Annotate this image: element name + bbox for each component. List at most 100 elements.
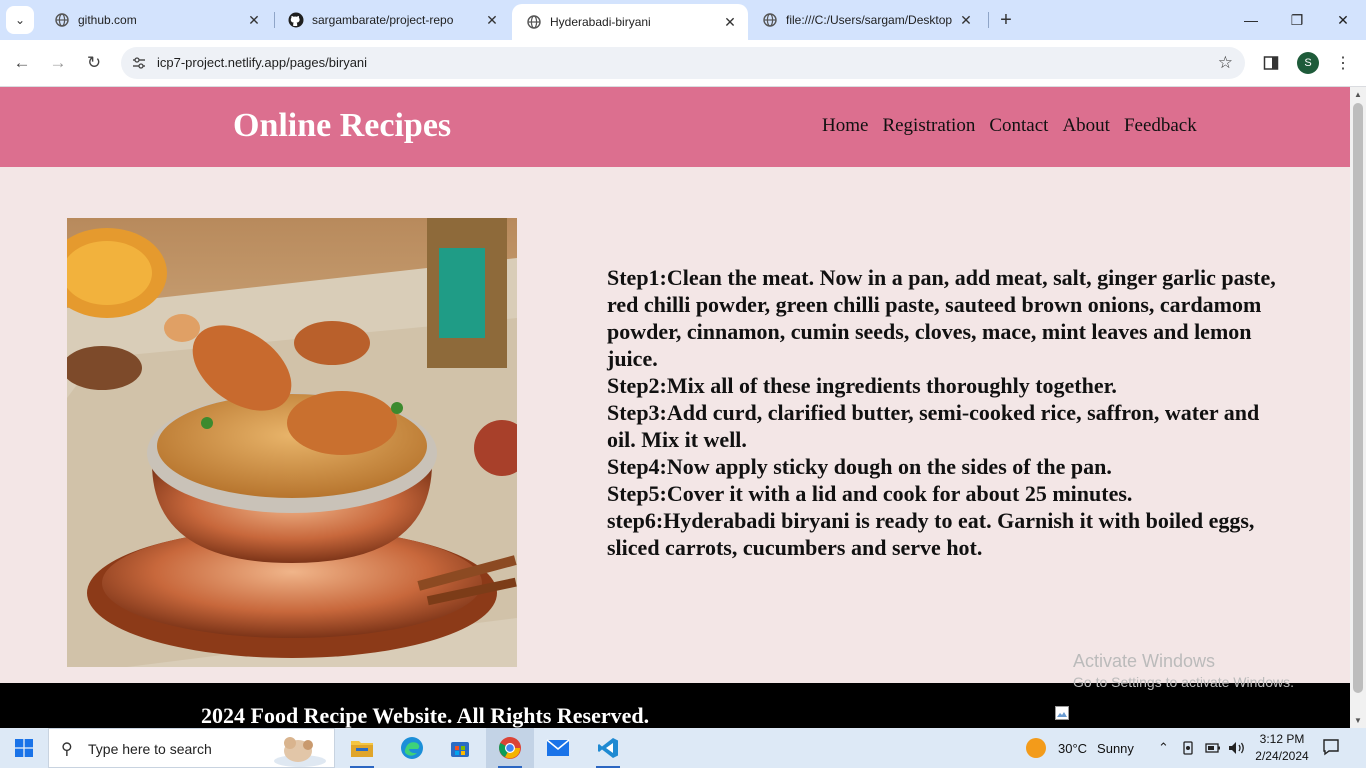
taskbar-file-explorer[interactable] (338, 728, 386, 768)
site-settings-icon[interactable] (131, 55, 147, 71)
page-scrollbar[interactable]: ▲ ▼ (1350, 87, 1366, 728)
recipe-step: Step1:Clean the meat. Now in a pan, add … (607, 265, 1276, 290)
scroll-down-icon[interactable]: ▼ (1354, 716, 1362, 725)
globe-icon (54, 12, 70, 28)
taskbar-edge[interactable] (388, 728, 436, 768)
browser-menu-button[interactable]: ⋮ (1335, 52, 1351, 74)
close-icon[interactable]: ✕ (722, 14, 738, 30)
tab-project-repo[interactable]: sargambarate/project-repo ✕ (274, 0, 510, 40)
nav-link-home[interactable]: Home (822, 115, 868, 137)
arrow-right-icon: → (49, 53, 67, 72)
clock-time: 3:12 PM (1259, 732, 1305, 746)
weather-temp: 30°C (1058, 740, 1088, 756)
restore-icon: ❐ (1290, 11, 1304, 28)
tab-local-file[interactable]: file:///C:/Users/sargam/Desktop ✕ (748, 0, 984, 40)
taskbar-search[interactable]: ⚲ Type here to search (48, 728, 335, 768)
tab-hyderabadi-biryani[interactable]: Hyderabadi-biryani ✕ (512, 4, 748, 40)
chevron-up-icon: ⌃ (1158, 740, 1169, 755)
site-nav: Home Registration Contact About Feedback (822, 115, 1197, 137)
search-icon: ⚲ (61, 741, 73, 758)
minimize-button[interactable]: — (1228, 0, 1274, 40)
volume-icon (1229, 742, 1244, 754)
weather-widget[interactable]: 30°C Sunny (1026, 728, 1134, 768)
meet-now-icon (1183, 741, 1193, 755)
search-placeholder: Type here to search (88, 741, 212, 757)
notification-center-button[interactable] (1322, 738, 1340, 761)
broken-image-icon (1055, 706, 1069, 720)
bookmark-star-icon[interactable]: ☆ (1218, 53, 1233, 73)
scrollbar-thumb[interactable] (1353, 103, 1363, 693)
taskbar-store[interactable] (436, 728, 484, 768)
recipe-step: red chilli powder, green chilli paste, s… (607, 292, 1262, 371)
nav-link-contact[interactable]: Contact (989, 115, 1048, 137)
address-bar[interactable]: icp7-project.netlify.app/pages/biryani ☆ (121, 47, 1245, 79)
vscode-icon (598, 738, 618, 758)
tab-strip: ⌄ github.com ✕ sargambarate/project-repo… (0, 0, 1366, 40)
weather-condition: Sunny (1097, 740, 1134, 756)
recipe-step: Step3:Add curd, clarified butter, semi-c… (607, 400, 1260, 452)
globe-icon (526, 14, 542, 30)
forward-button[interactable]: → (44, 49, 72, 77)
sun-icon (1026, 738, 1046, 758)
plus-icon: + (1000, 8, 1012, 31)
tray-volume[interactable] (1228, 728, 1246, 768)
watermark-title: Activate Windows (1073, 651, 1216, 671)
search-highlight-illustration (274, 737, 326, 767)
github-icon (288, 12, 304, 28)
mail-icon (546, 739, 570, 756)
site-logo[interactable]: Online Recipes (233, 107, 451, 145)
taskbar-clock[interactable]: 3:12 PM 2/24/2024 (1254, 731, 1310, 765)
close-icon: ✕ (1337, 11, 1349, 28)
scroll-up-icon[interactable]: ▲ (1354, 90, 1362, 99)
nav-link-feedback[interactable]: Feedback (1124, 115, 1197, 137)
edge-icon (401, 737, 423, 759)
recipe-step: Step4:Now apply sticky dough on the side… (607, 454, 1112, 479)
recipe-steps: Step1:Clean the meat. Now in a pan, add … (607, 264, 1287, 561)
activate-windows-watermark: Activate Windows Go to Settings to activ… (1073, 651, 1294, 690)
notification-icon (1323, 739, 1339, 756)
reload-icon: ↻ (86, 53, 102, 72)
minimize-icon: — (1244, 12, 1258, 28)
recipe-step: Step2:Mix all of these ingredients thoro… (607, 373, 1117, 398)
url-text[interactable]: icp7-project.netlify.app/pages/biryani (157, 55, 367, 70)
tray-meet-now[interactable] (1181, 728, 1195, 768)
globe-icon (762, 12, 778, 28)
browser-toolbar: ← → ↻ icp7-project.netlify.app/pages/bir… (0, 40, 1366, 87)
nav-link-registration[interactable]: Registration (882, 115, 975, 137)
recipe-step: step6:Hyderabadi biryani is ready to eat… (607, 508, 1255, 560)
folder-icon (351, 741, 373, 757)
recipe-step: Step5:Cover it with a lid and cook for a… (607, 481, 1133, 506)
biryani-photo (67, 218, 517, 667)
tab-title: Hyderabadi-biryani (550, 15, 651, 29)
taskbar-vscode[interactable] (584, 728, 632, 768)
tray-battery[interactable] (1205, 728, 1221, 768)
side-panel-icon (1263, 56, 1279, 70)
restore-button[interactable]: ❐ (1274, 0, 1320, 40)
side-panel-button[interactable] (1262, 54, 1280, 72)
close-icon[interactable]: ✕ (484, 12, 500, 28)
new-tab-button[interactable]: + (994, 8, 1018, 32)
tray-overflow-button[interactable]: ⌃ (1158, 728, 1169, 768)
tab-title: file:///C:/Users/sargam/Desktop (786, 13, 953, 27)
windows-taskbar: ⚲ Type here to search 30°C Sunny ⌃ 3:12 … (0, 728, 1366, 768)
start-button[interactable] (0, 728, 48, 768)
watermark-subtitle: Go to Settings to activate Windows. (1073, 674, 1294, 690)
tab-separator (988, 12, 989, 28)
profile-avatar[interactable]: S (1297, 52, 1319, 74)
taskbar-chrome[interactable] (486, 728, 534, 768)
back-button[interactable]: ← (8, 49, 36, 77)
footer-copyright: 2024 Food Recipe Website. All Rights Res… (201, 703, 650, 728)
tab-search-button[interactable]: ⌄ (6, 6, 34, 34)
battery-icon (1205, 743, 1220, 753)
taskbar-mail[interactable] (534, 728, 582, 768)
close-icon[interactable]: ✕ (246, 12, 262, 28)
tab-title: sargambarate/project-repo (312, 13, 454, 27)
close-window-button[interactable]: ✕ (1320, 0, 1366, 40)
nav-link-about[interactable]: About (1062, 115, 1110, 137)
close-icon[interactable]: ✕ (958, 12, 974, 28)
chrome-icon (499, 737, 521, 759)
tab-github-home[interactable]: github.com ✕ (40, 0, 272, 40)
clock-date: 2/24/2024 (1255, 749, 1309, 763)
reload-button[interactable]: ↻ (80, 49, 108, 77)
chevron-down-icon: ⌄ (14, 13, 26, 27)
